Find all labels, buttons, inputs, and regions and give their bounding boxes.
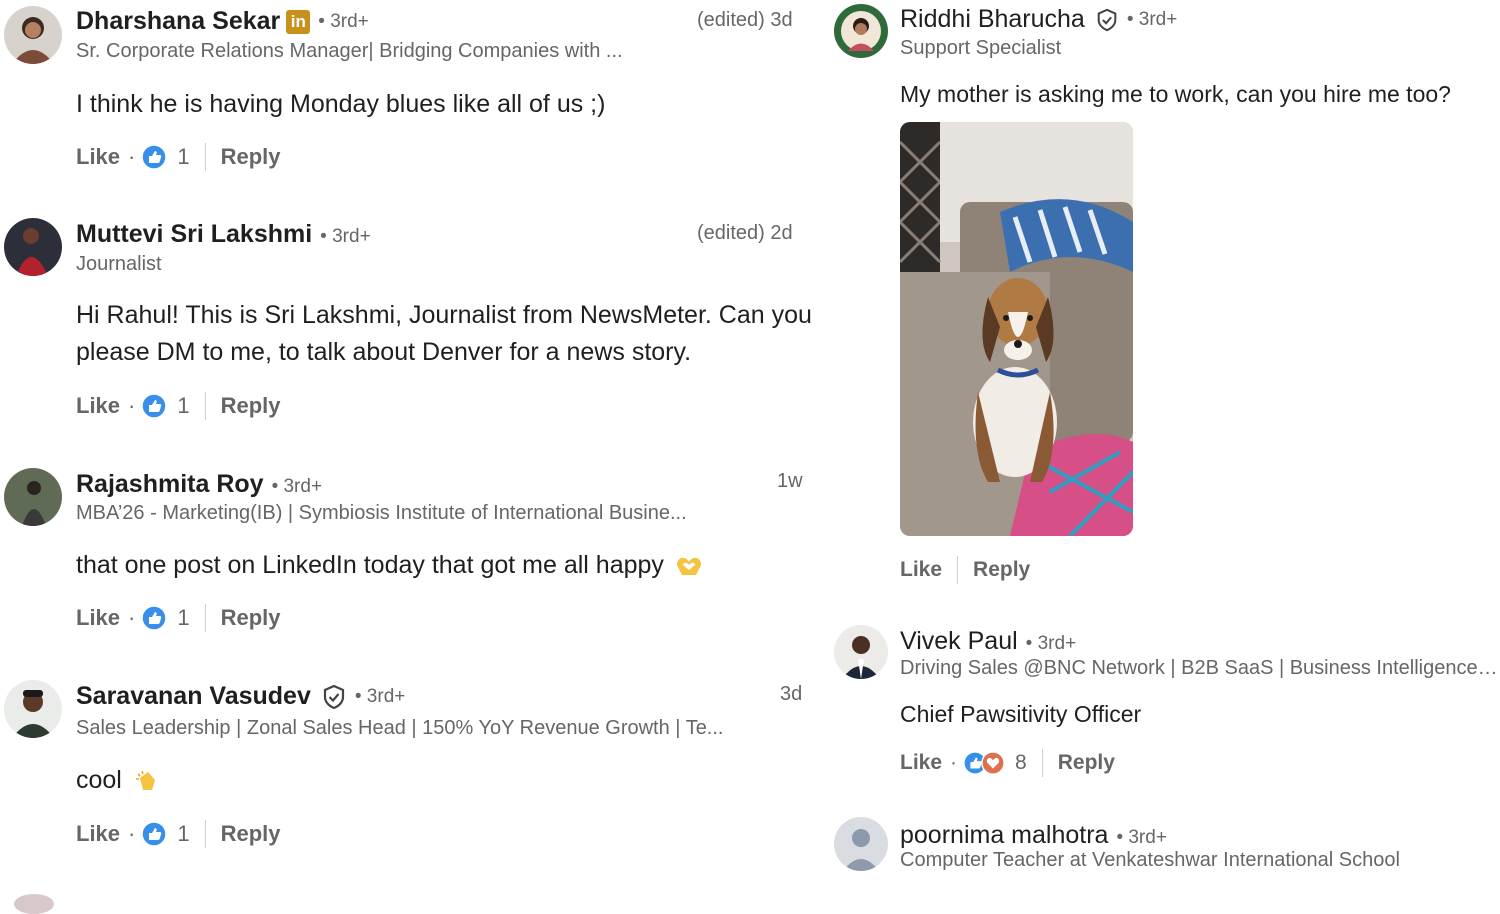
- avatar[interactable]: [4, 680, 62, 738]
- reaction-count[interactable]: 1: [177, 144, 189, 170]
- comment-dharshana: Dharshana Sekar in • 3rd+ (edited) 3d Sr…: [0, 0, 820, 190]
- comment-rajashmita: Rajashmita Roy • 3rd+ 1w MBA’26 - Market…: [0, 465, 820, 655]
- like-reaction-icon: [141, 605, 168, 631]
- comment-saravanan: Saravanan Vasudev • 3rd+ 3d Sales Leader…: [0, 677, 820, 867]
- like-reaction-icon: [141, 144, 168, 170]
- comment-text: I think he is having Monday blues like a…: [76, 90, 606, 118]
- comment-text: My mother is asking me to work, can you …: [900, 81, 1451, 107]
- connection-degree: • 3rd+: [354, 685, 406, 707]
- verified-shield-icon: [1095, 8, 1119, 32]
- action-divider: [1041, 749, 1043, 777]
- comment-vivek: Vivek Paul • 3rd+ Driving Sales @BNC Net…: [830, 620, 1500, 790]
- reply-button[interactable]: Reply: [221, 393, 281, 419]
- reaction-count[interactable]: 1: [177, 821, 189, 847]
- commenter-headline: MBA’26 - Marketing(IB) | Symbiosis Insti…: [76, 502, 687, 524]
- reply-button[interactable]: Reply: [221, 821, 281, 847]
- action-divider: [204, 143, 206, 171]
- comment-poornima: poornima malhotra • 3rd+ Computer Teache…: [830, 812, 1500, 900]
- connection-degree: • 3rd+: [320, 226, 371, 247]
- like-button[interactable]: Like: [900, 558, 942, 582]
- like-button[interactable]: Like: [76, 393, 120, 419]
- avatar[interactable]: [4, 218, 62, 276]
- comment-actions: Like · 1 Reply: [76, 392, 281, 420]
- commenter-headline: Support Specialist: [900, 37, 1062, 59]
- reaction-count[interactable]: 1: [177, 393, 189, 419]
- heart-hands-emoji: [674, 553, 704, 579]
- comment-text: that one post on LinkedIn today that got…: [76, 551, 664, 579]
- action-divider: [204, 604, 206, 632]
- commenter-name[interactable]: poornima malhotra: [900, 821, 1108, 850]
- next-comment-avatar-partial: [14, 894, 54, 914]
- comment-text: Hi Rahul! This is Sri Lakshmi, Journalis…: [76, 301, 812, 366]
- linkedin-icon: in: [286, 9, 311, 34]
- reply-button[interactable]: Reply: [221, 605, 281, 631]
- reaction-count[interactable]: 1: [177, 605, 189, 631]
- love-reaction-icon: [981, 751, 1005, 775]
- comment-timestamp: 1w: [777, 470, 803, 492]
- reply-button[interactable]: Reply: [973, 558, 1030, 582]
- action-divider: [204, 820, 206, 848]
- comment-actions: Like · 1 Reply: [76, 143, 281, 171]
- connection-degree: • 3rd+: [1025, 633, 1077, 654]
- reply-button[interactable]: Reply: [221, 144, 281, 170]
- avatar[interactable]: [834, 817, 888, 871]
- comment-image[interactable]: [900, 122, 1133, 536]
- avatar[interactable]: [834, 4, 888, 58]
- comment-timestamp: (edited) 2d: [697, 222, 793, 244]
- commenter-name[interactable]: Rajashmita Roy: [76, 470, 264, 499]
- commenter-name[interactable]: Vivek Paul: [900, 627, 1018, 656]
- like-button[interactable]: Like: [76, 144, 120, 170]
- connection-degree: • 3rd+: [271, 476, 323, 497]
- like-reaction-icon: [141, 821, 168, 847]
- comment-timestamp: (edited) 3d: [697, 9, 793, 31]
- comment-text: cool: [76, 766, 122, 794]
- like-button[interactable]: Like: [900, 751, 942, 775]
- comment-text: Chief Pawsitivity Officer: [900, 701, 1142, 727]
- commenter-name[interactable]: Riddhi Bharucha: [900, 5, 1085, 34]
- commenter-headline: Sales Leadership | Zonal Sales Head | 15…: [76, 717, 724, 739]
- commenter-name[interactable]: Saravanan Vasudev: [76, 682, 311, 711]
- like-reaction-icon: [141, 393, 168, 419]
- reply-button[interactable]: Reply: [1058, 751, 1115, 775]
- commenter-name[interactable]: Dharshana Sekar: [76, 7, 280, 36]
- clapping-hands-emoji: [134, 768, 160, 794]
- avatar[interactable]: [4, 468, 62, 526]
- connection-degree: • 3rd+: [1116, 827, 1167, 848]
- commenter-headline: Sr. Corporate Relations Manager| Bridgin…: [76, 40, 623, 62]
- commenter-headline: Journalist: [76, 253, 162, 275]
- comment-actions: Like Reply: [900, 556, 1030, 584]
- avatar[interactable]: [834, 625, 888, 679]
- verified-shield-icon: [321, 684, 347, 710]
- connection-degree: • 3rd+: [1126, 8, 1178, 30]
- comment-actions: Like · 8 Reply: [900, 749, 1115, 777]
- comment-actions: Like · 1 Reply: [76, 820, 281, 848]
- comment-timestamp: 3d: [780, 683, 803, 705]
- commenter-headline: Computer Teacher at Venkateshwar Interna…: [900, 849, 1400, 871]
- commenter-name[interactable]: Muttevi Sri Lakshmi: [76, 220, 312, 249]
- comment-muttevi: Muttevi Sri Lakshmi • 3rd+ (edited) 2d J…: [0, 215, 820, 435]
- connection-degree: • 3rd+: [318, 10, 369, 32]
- avatar[interactable]: [4, 6, 62, 64]
- comment-actions: Like · 1 Reply: [76, 604, 281, 632]
- action-divider: [204, 392, 206, 420]
- commenter-headline: Driving Sales @BNC Network | B2B SaaS | …: [900, 657, 1500, 679]
- reaction-count[interactable]: 8: [1015, 751, 1027, 775]
- like-button[interactable]: Like: [76, 605, 120, 631]
- action-divider: [957, 556, 959, 584]
- like-button[interactable]: Like: [76, 821, 120, 847]
